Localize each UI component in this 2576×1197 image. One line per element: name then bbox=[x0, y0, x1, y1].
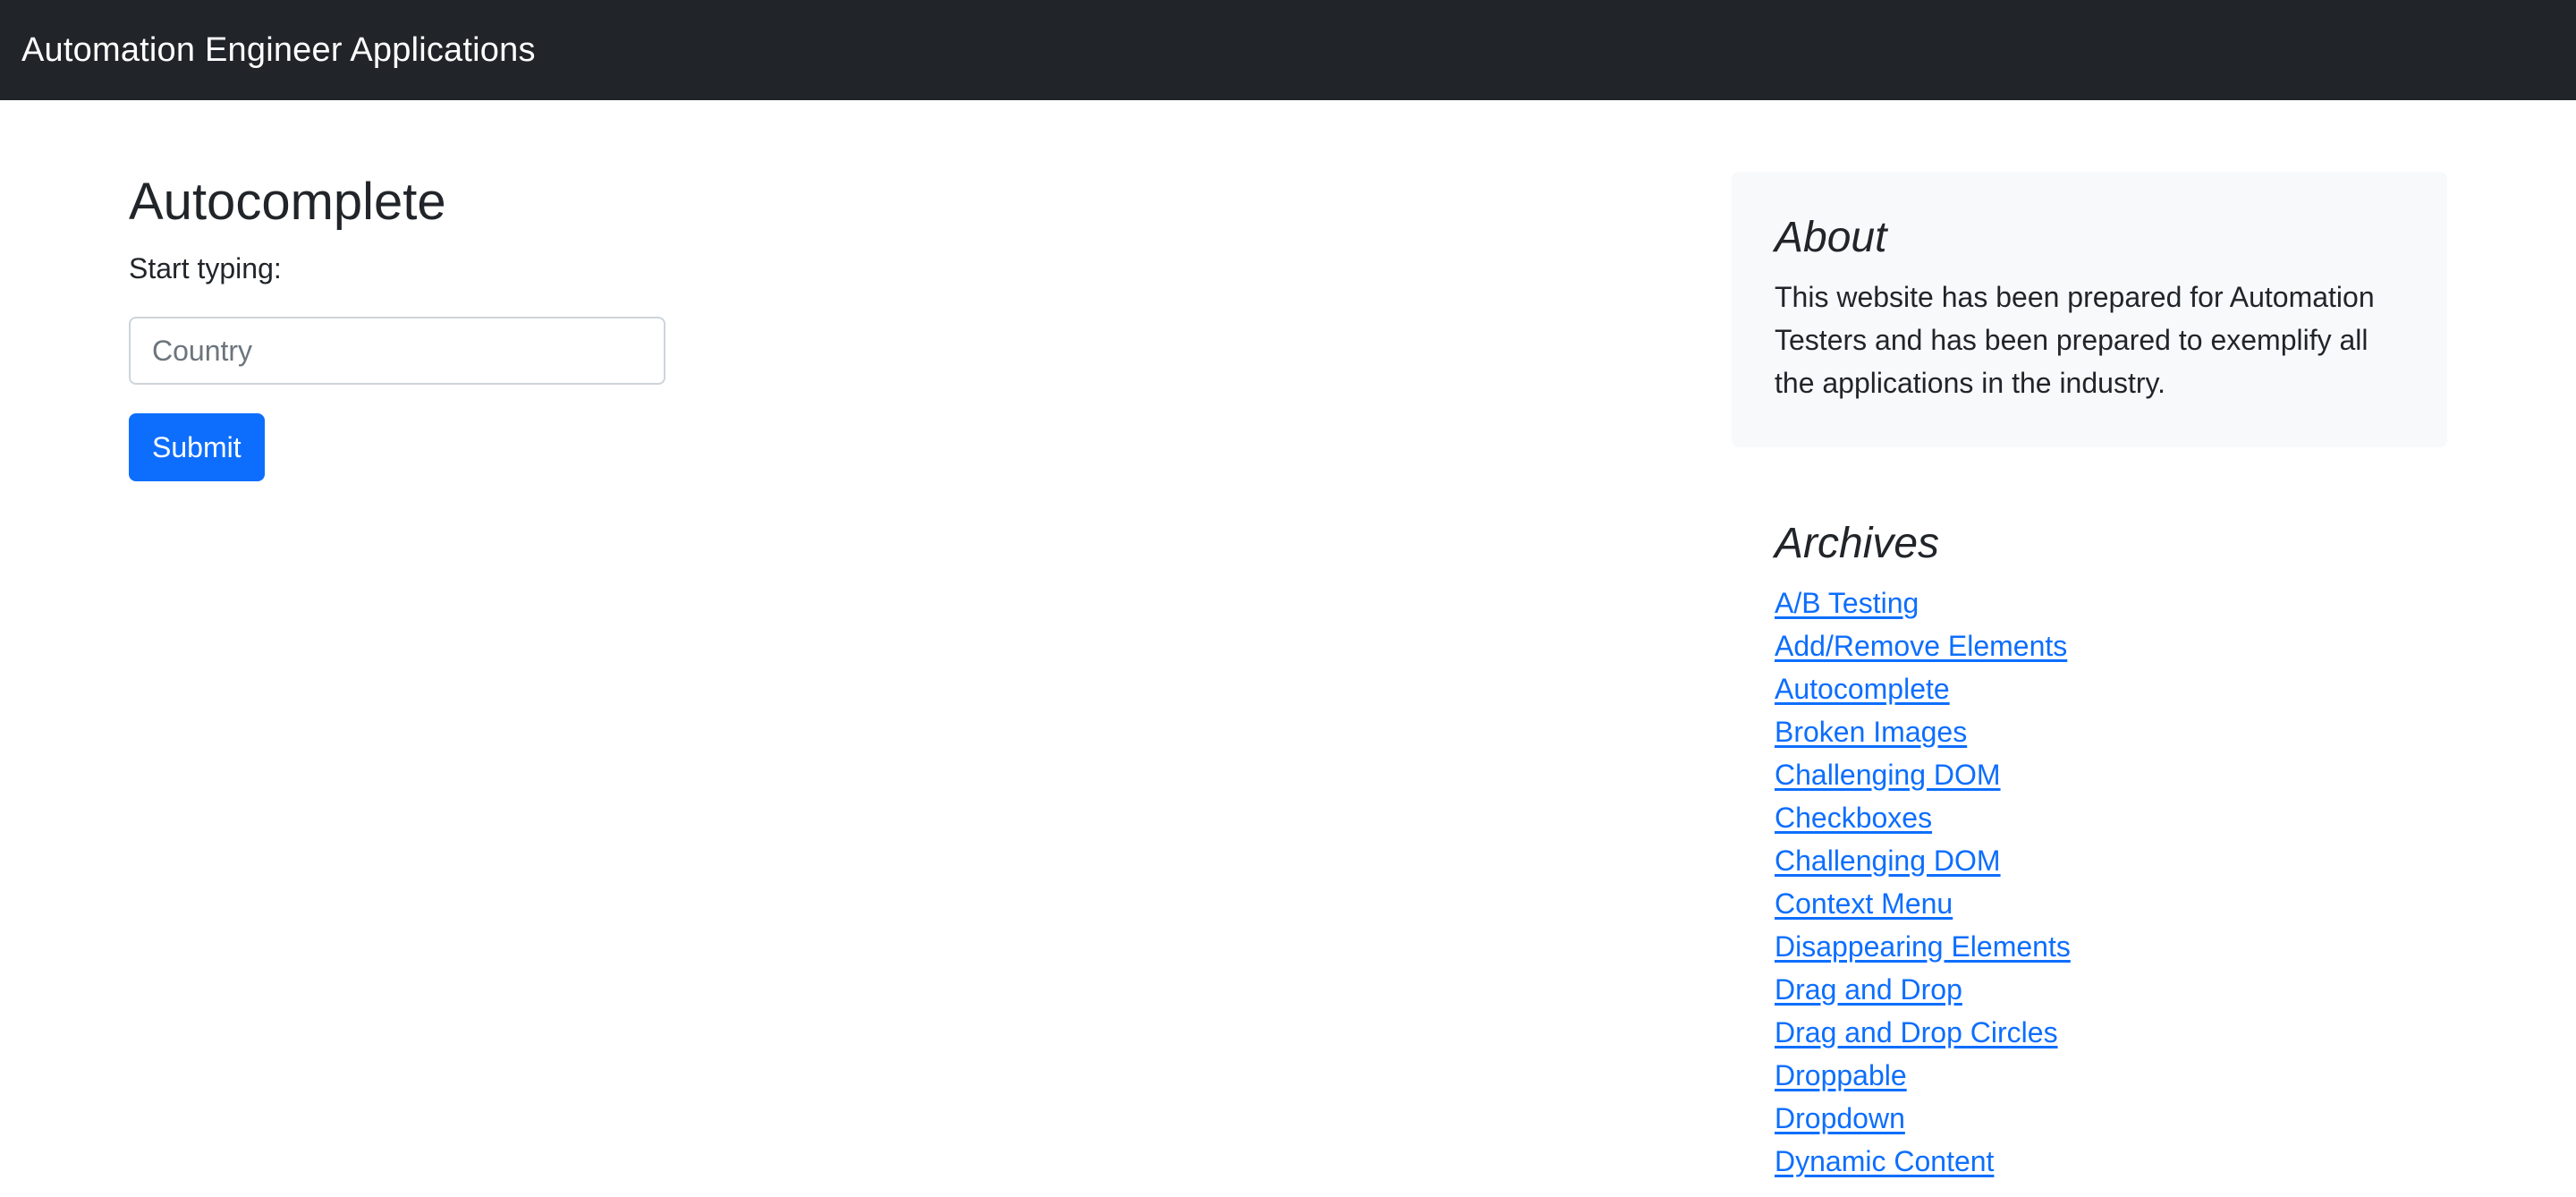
archive-item: Challenging DOM bbox=[1775, 839, 2447, 882]
archive-link-challenging-dom[interactable]: Challenging DOM bbox=[1775, 759, 2001, 791]
archive-item: Add/Remove Elements bbox=[1775, 624, 2447, 667]
archive-item: Checkboxes bbox=[1775, 796, 2447, 839]
archives-heading: Archives bbox=[1775, 520, 1940, 567]
archive-link-broken-images[interactable]: Broken Images bbox=[1775, 716, 1967, 748]
top-navbar: Automation Engineer Applications bbox=[0, 0, 2576, 100]
archive-link-challenging-dom-2[interactable]: Challenging DOM bbox=[1775, 845, 2001, 877]
archive-item: Dropdown bbox=[1775, 1097, 2447, 1140]
archive-item: A/B Testing bbox=[1775, 582, 2447, 624]
archives-list: A/B Testing Add/Remove Elements Autocomp… bbox=[1775, 582, 2447, 1183]
archive-link-autocomplete[interactable]: Autocomplete bbox=[1775, 673, 1950, 705]
archive-link-disappearing-elements[interactable]: Disappearing Elements bbox=[1775, 930, 2071, 963]
archives-section: Archives A/B Testing Add/Remove Elements… bbox=[1732, 519, 2447, 1183]
archive-item: Drag and Drop Circles bbox=[1775, 1011, 2447, 1054]
about-text: This website has been prepared for Autom… bbox=[1775, 281, 2375, 399]
start-typing-label: Start typing: bbox=[129, 252, 282, 284]
archive-item: Autocomplete bbox=[1775, 667, 2447, 710]
archive-item: Context Menu bbox=[1775, 882, 2447, 925]
submit-button[interactable]: Submit bbox=[129, 413, 265, 481]
archive-item: Broken Images bbox=[1775, 710, 2447, 753]
archive-link-checkboxes[interactable]: Checkboxes bbox=[1775, 802, 1932, 834]
archive-link-add-remove-elements[interactable]: Add/Remove Elements bbox=[1775, 630, 2067, 662]
archive-link-drag-and-drop[interactable]: Drag and Drop bbox=[1775, 973, 1962, 1006]
archive-link-droppable[interactable]: Droppable bbox=[1775, 1059, 1907, 1091]
archive-link-ab-testing[interactable]: A/B Testing bbox=[1775, 587, 1919, 619]
navbar-brand-link[interactable]: Automation Engineer Applications bbox=[21, 31, 536, 70]
archive-item: Challenging DOM bbox=[1775, 753, 2447, 796]
sidebar: About This website has been prepared for… bbox=[1732, 172, 2447, 1183]
archive-item: Droppable bbox=[1775, 1054, 2447, 1097]
archive-item: Dynamic Content bbox=[1775, 1140, 2447, 1183]
autocomplete-form: Submit bbox=[129, 317, 1113, 481]
archive-link-drag-and-drop-circles[interactable]: Drag and Drop Circles bbox=[1775, 1016, 2058, 1048]
about-heading: About bbox=[1775, 214, 1887, 261]
main-content: Autocomplete Start typing: Submit bbox=[129, 170, 1113, 481]
archive-link-context-menu[interactable]: Context Menu bbox=[1775, 887, 1953, 920]
archive-link-dynamic-content[interactable]: Dynamic Content bbox=[1775, 1145, 1994, 1177]
archive-item: Disappearing Elements bbox=[1775, 925, 2447, 968]
archive-item: Drag and Drop bbox=[1775, 968, 2447, 1011]
archive-link-dropdown[interactable]: Dropdown bbox=[1775, 1102, 1905, 1134]
page-title: Autocomplete bbox=[129, 173, 446, 231]
about-box: About This website has been prepared for… bbox=[1732, 172, 2447, 447]
country-input[interactable] bbox=[129, 317, 665, 385]
